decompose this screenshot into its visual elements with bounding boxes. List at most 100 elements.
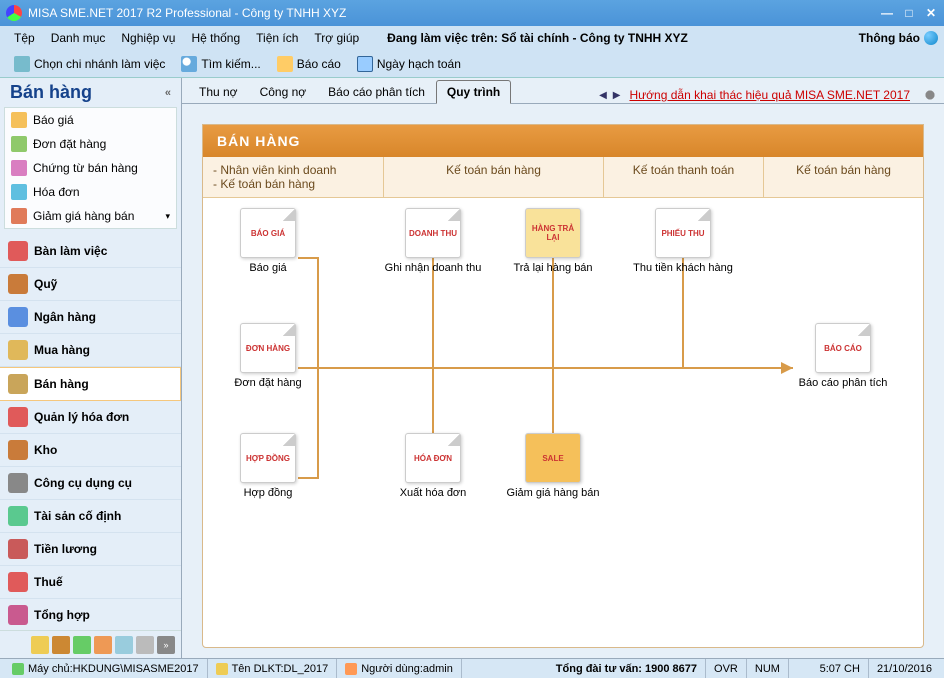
receipt-doc-icon: PHIẾU THU (655, 208, 711, 258)
menu-bar: Tệp Danh mục Nghiệp vụ Hệ thống Tiện ích… (0, 26, 944, 50)
accounting-date-button[interactable]: Ngày hạch toán (349, 54, 469, 74)
status-db: Tên DLKT: DL_2017 (208, 659, 338, 678)
module-inventory[interactable]: Kho (0, 434, 181, 467)
node-discount[interactable]: SALE Giảm giá hàng bán (498, 433, 608, 499)
node-export-invoice[interactable]: HÓA ĐƠN Xuất hóa đơn (378, 433, 488, 499)
node-revenue[interactable]: DOANH THU Ghi nhận doanh thu (378, 208, 488, 274)
module-purchase[interactable]: Mua hàng (0, 334, 181, 367)
calendar-icon (357, 56, 373, 72)
status-user: Người dùng: admin (337, 659, 462, 678)
general-icon (8, 605, 28, 625)
branch-button[interactable]: Chọn chi nhánh làm việc (6, 54, 173, 74)
tools-icon (8, 473, 28, 493)
tab-receivable[interactable]: Công nợ (249, 80, 318, 103)
desktop-icon (8, 241, 28, 261)
status-server: Máy chủ: HKDUNG\MISASME2017 (4, 659, 208, 678)
export-invoice-icon: HÓA ĐƠN (405, 433, 461, 483)
notify-button[interactable]: Thông báo (859, 31, 938, 45)
tab-analysis-report[interactable]: Báo cáo phân tích (317, 80, 436, 103)
workflow-panel: BÁN HÀNG - Nhân viên kinh doanh- Kế toán… (182, 104, 944, 658)
sidebar-sublist: Báo giá Đơn đặt hàng Chứng từ bán hàng H… (4, 107, 177, 229)
tab-nav-next[interactable]: ▶ (610, 90, 624, 101)
sidebar-item-quote[interactable]: Báo giá (5, 108, 176, 132)
sidebar: Bán hàng « Báo giá Đơn đặt hàng Chứng từ… (0, 78, 182, 658)
voucher-icon (11, 160, 27, 176)
node-receipt[interactable]: PHIẾU THU Thu tiền khách hàng (628, 208, 738, 274)
report-icon (277, 56, 293, 72)
tab-debt-collect[interactable]: Thu nợ (188, 80, 249, 103)
report-button[interactable]: Báo cáo (269, 54, 349, 74)
revenue-doc-icon: DOANH THU (405, 208, 461, 258)
module-invoice-mgr[interactable]: Quản lý hóa đơn (0, 401, 181, 434)
discount-icon (11, 208, 27, 224)
sidebar-item-voucher[interactable]: Chứng từ bán hàng (5, 156, 176, 180)
module-tools[interactable]: Công cụ dụng cụ (0, 467, 181, 500)
mini-icon-5[interactable] (115, 636, 133, 654)
node-report[interactable]: BÁO CÁO Báo cáo phân tích (788, 323, 898, 389)
module-general[interactable]: Tổng hợp (0, 599, 181, 630)
status-date: 21/10/2016 (869, 659, 940, 678)
gear-icon[interactable] (922, 87, 938, 103)
order-doc-icon: ĐƠN HÀNG (240, 323, 296, 373)
mini-icon-6[interactable] (136, 636, 154, 654)
mini-icon-4[interactable] (94, 636, 112, 654)
menu-system[interactable]: Hệ thống (183, 28, 248, 48)
tax-icon (8, 572, 28, 592)
module-fixed-asset[interactable]: Tài sản cố định (0, 500, 181, 533)
tab-workflow[interactable]: Quy trình (436, 80, 511, 104)
quote-icon (11, 112, 27, 128)
sidebar-mini-icons: » (0, 630, 181, 658)
module-desktop[interactable]: Bàn làm việc (0, 235, 181, 268)
cash-icon (8, 274, 28, 294)
globe-icon (924, 31, 938, 45)
sidebar-collapse-button[interactable]: « (165, 87, 171, 99)
minimize-button[interactable]: — (880, 6, 894, 20)
branch-icon (14, 56, 30, 72)
mini-icon-3[interactable] (73, 636, 91, 654)
contract-doc-icon: HỢP ĐỒNG (240, 433, 296, 483)
mini-expand-icon[interactable]: » (157, 636, 175, 654)
chevron-down-icon: ▾ (165, 211, 170, 222)
sidebar-item-invoice[interactable]: Hóa đơn (5, 180, 176, 204)
maximize-button[interactable]: □ (902, 6, 916, 20)
workflow-columns-header: - Nhân viên kinh doanh- Kế toán bán hàng… (203, 157, 923, 198)
status-num: NUM (747, 659, 789, 678)
order-icon (11, 136, 27, 152)
tab-nav-prev[interactable]: ◀ (596, 90, 610, 101)
node-return[interactable]: HÀNG TRẢ LẠI Trả lại hàng bán (498, 208, 608, 274)
search-icon (181, 56, 197, 72)
tab-bar: Thu nợ Công nợ Báo cáo phân tích Quy trì… (182, 78, 944, 104)
report-doc-icon: BÁO CÁO (815, 323, 871, 373)
invoice-icon (11, 184, 27, 200)
content-area: Thu nợ Công nợ Báo cáo phân tích Quy trì… (182, 78, 944, 658)
app-logo-icon (6, 5, 22, 21)
module-tax[interactable]: Thuế (0, 566, 181, 599)
menu-utilities[interactable]: Tiện ích (248, 28, 306, 48)
status-hotline: Tổng đài tư vấn: 1900 8677 (556, 663, 697, 675)
node-order[interactable]: ĐƠN HÀNG Đơn đặt hàng (213, 323, 323, 389)
close-button[interactable]: ✕ (924, 6, 938, 20)
status-ovr: OVR (706, 659, 747, 678)
server-icon (12, 663, 24, 675)
guide-link[interactable]: Hướng dẫn khai thác hiệu quả MISA SME.NE… (623, 88, 916, 102)
module-sales[interactable]: Bán hàng (0, 367, 181, 401)
menu-catalog[interactable]: Danh mục (43, 28, 114, 48)
sidebar-item-discount[interactable]: Giảm giá hàng bán▾ (5, 204, 176, 228)
search-button[interactable]: Tìm kiếm... (173, 54, 268, 74)
mini-icon-1[interactable] (31, 636, 49, 654)
node-contract[interactable]: HỢP ĐỒNG Hợp đồng (213, 433, 323, 499)
asset-icon (8, 506, 28, 526)
module-bank[interactable]: Ngân hàng (0, 301, 181, 334)
sidebar-item-order[interactable]: Đơn đặt hàng (5, 132, 176, 156)
return-icon: HÀNG TRẢ LẠI (525, 208, 581, 258)
module-payroll[interactable]: Tiền lương (0, 533, 181, 566)
module-cash[interactable]: Quỹ (0, 268, 181, 301)
toolbar: Chọn chi nhánh làm việc Tìm kiếm... Báo … (0, 50, 944, 78)
user-icon (345, 663, 357, 675)
module-list: Bàn làm việc Quỹ Ngân hàng Mua hàng Bán … (0, 235, 181, 630)
node-quote[interactable]: BÁO GIÁ Báo giá (213, 208, 323, 274)
mini-icon-2[interactable] (52, 636, 70, 654)
menu-file[interactable]: Tệp (6, 28, 43, 48)
menu-business[interactable]: Nghiệp vụ (113, 28, 183, 48)
menu-help[interactable]: Trợ giúp (306, 28, 367, 48)
